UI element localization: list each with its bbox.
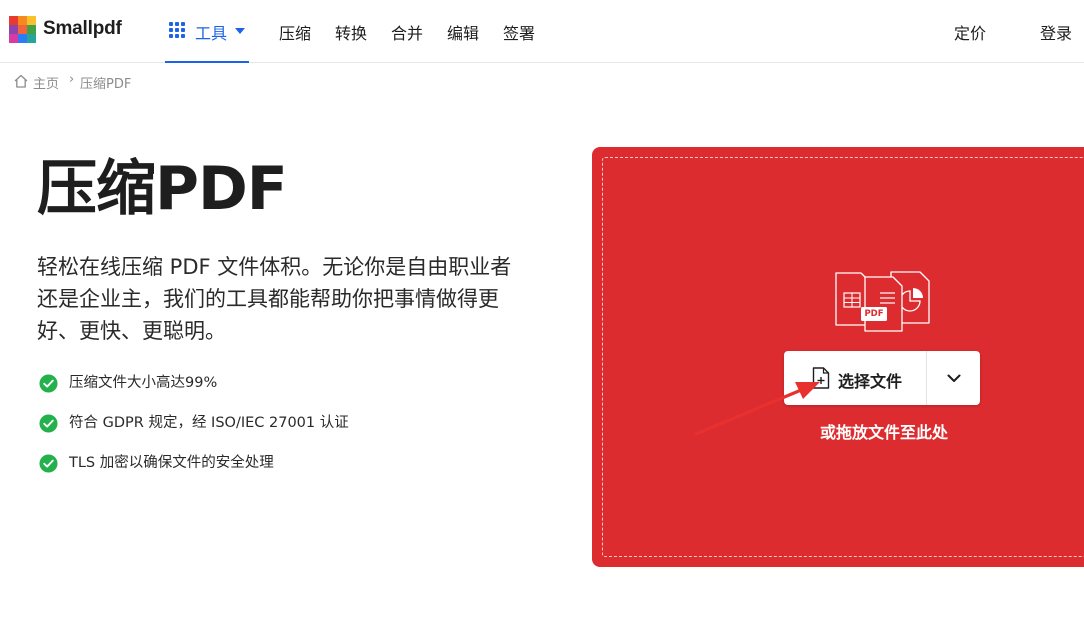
feature-text: TLS 加密以确保文件的安全处理 <box>69 455 274 471</box>
nav-item-merge[interactable]: 合并 <box>391 20 423 44</box>
file-drop-zone[interactable]: PDF 选择文件 或拖放文件至此处 <box>592 147 1084 567</box>
home-icon[interactable] <box>13 73 29 89</box>
pricing-link[interactable]: 定价 <box>954 20 986 44</box>
choose-file-label: 选择文件 <box>838 372 903 391</box>
nav-item-edit[interactable]: 编辑 <box>447 20 479 44</box>
pdf-badge-label: PDF <box>864 309 884 319</box>
check-circle-icon <box>39 414 58 433</box>
tab-tools[interactable]: 工具 <box>165 0 249 63</box>
upload-source-dropdown-button[interactable] <box>927 351 980 405</box>
breadcrumb-separator: › <box>69 72 75 87</box>
grid-icon <box>169 22 185 38</box>
annotation-arrow-icon <box>694 382 820 436</box>
smallpdf-logo-icon[interactable] <box>9 16 36 43</box>
documents-illustration-icon <box>835 271 930 332</box>
caret-down-icon <box>235 28 245 34</box>
nav-item-sign[interactable]: 签署 <box>503 20 535 44</box>
check-circle-icon <box>39 454 58 473</box>
top-navigation-bar: Smallpdf 工具 压缩 转换 合并 编辑 签署 定价 登录 <box>0 0 1084 63</box>
chevron-down-icon <box>947 374 961 382</box>
feature-text: 符合 GDPR 规定，经 ISO/IEC 27001 认证 <box>69 415 349 431</box>
nav-item-convert[interactable]: 转换 <box>335 20 367 44</box>
brand-name[interactable]: Smallpdf <box>43 18 122 40</box>
page-title: 压缩PDF <box>37 154 288 224</box>
breadcrumb-home[interactable]: 主页 <box>33 73 59 92</box>
check-circle-icon <box>39 374 58 393</box>
drop-hint-text: 或拖放文件至此处 <box>819 423 948 442</box>
feature-text: 压缩文件大小高达99% <box>69 375 218 391</box>
nav-item-compress[interactable]: 压缩 <box>279 20 311 44</box>
page-description: 轻松在线压缩 PDF 文件体积。无论你是自由职业者还是企业主，我们的工具都能帮助… <box>37 255 512 343</box>
breadcrumb-current: 压缩PDF <box>80 77 132 92</box>
login-link[interactable]: 登录 <box>1040 20 1072 44</box>
tab-tools-label: 工具 <box>195 24 228 43</box>
